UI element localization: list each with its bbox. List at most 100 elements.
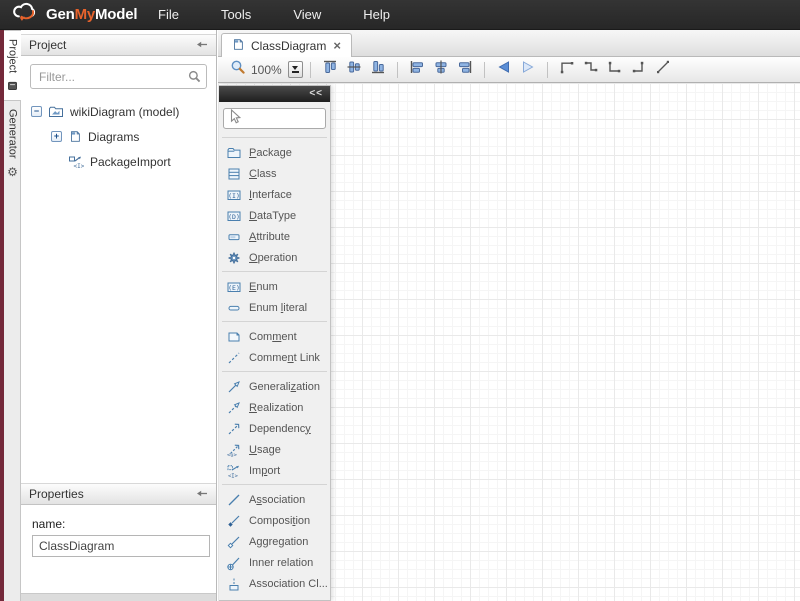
- zoom-level-value: 100%: [251, 63, 282, 77]
- palette-item-class[interactable]: Class: [219, 163, 330, 184]
- route-elbow-step-icon: [583, 59, 599, 80]
- name-field[interactable]: [32, 535, 210, 557]
- project-tree: − wikiDiagram (model) + Diagrams <I> Pac…: [21, 95, 216, 174]
- palette-divider: [222, 321, 327, 322]
- toolbar-separator: [310, 62, 311, 78]
- palette-item-label: Import: [249, 465, 280, 477]
- generalization-icon: [226, 379, 241, 395]
- tree-item[interactable]: + Diagrams: [21, 124, 216, 149]
- tab-close-icon[interactable]: ×: [332, 38, 342, 53]
- tree-item[interactable]: − wikiDiagram (model): [21, 99, 216, 124]
- palette-item-association[interactable]: Association: [219, 489, 330, 510]
- package-import-icon: <I>: [68, 154, 84, 170]
- palette-item-label: Aggregation: [249, 536, 308, 548]
- align-right-icon: [457, 59, 473, 80]
- palette-divider: [222, 271, 327, 272]
- palette-item-comment-link[interactable]: Comment Link: [219, 347, 330, 368]
- palette-divider: [222, 484, 327, 485]
- properties-fields: name:: [21, 505, 216, 557]
- cursor-icon: [227, 108, 243, 130]
- diagram-canvas[interactable]: << Package Class (I) Interface (D) DataT…: [218, 83, 800, 601]
- palette-item-interface[interactable]: (I) Interface: [219, 184, 330, 205]
- palette-item-dependency[interactable]: Dependency: [219, 418, 330, 439]
- diagram-page-icon: [68, 129, 82, 144]
- enum-literal-icon: [226, 300, 241, 316]
- palette-item-comment[interactable]: Comment: [219, 326, 330, 347]
- toolbar-separator: [547, 62, 548, 78]
- palette-item-generalization[interactable]: Generalization: [219, 376, 330, 397]
- palette-item-label: Enum: [249, 281, 278, 293]
- palette-item-label: Inner relation: [249, 557, 313, 569]
- tree-item[interactable]: <I> PackageImport: [21, 149, 216, 174]
- cloud-logo-icon: [10, 1, 40, 28]
- align-bottom-icon: [370, 59, 386, 80]
- tree-item-label: wikiDiagram (model): [70, 105, 179, 119]
- pin-arrow-icon[interactable]: [196, 38, 208, 52]
- route-straight-button[interactable]: [652, 60, 674, 80]
- align-left-button[interactable]: [406, 60, 428, 80]
- side-tab-project[interactable]: Project: [4, 30, 21, 101]
- package-icon: [226, 145, 241, 161]
- align-middle-button[interactable]: [343, 60, 365, 80]
- palette-item-label: Realization: [249, 402, 303, 414]
- palette-item-operation[interactable]: Operation: [219, 247, 330, 268]
- align-right-button[interactable]: [454, 60, 476, 80]
- tree-item-label: Diagrams: [88, 130, 139, 144]
- palette-item-enum-literal[interactable]: Enum literal: [219, 297, 330, 318]
- palette-item-aggregation[interactable]: Aggregation: [219, 531, 330, 552]
- palette-item-usage[interactable]: <u> Usage: [219, 439, 330, 460]
- route-corner-bl-button[interactable]: [604, 60, 626, 80]
- menu-file[interactable]: File: [152, 3, 185, 26]
- tree-expander-minus[interactable]: −: [31, 106, 42, 117]
- tab-classdiagram[interactable]: ClassDiagram ×: [221, 33, 352, 57]
- operation-icon: [226, 250, 241, 266]
- palette-item-association-cl[interactable]: Association Cl...: [219, 573, 330, 594]
- tab-label: ClassDiagram: [251, 39, 326, 53]
- flip-right-button[interactable]: [517, 60, 539, 80]
- palette-item-inner-relation[interactable]: Inner relation: [219, 552, 330, 573]
- menu-tools[interactable]: Tools: [215, 3, 257, 26]
- flip-right-icon: [520, 59, 536, 80]
- side-tab-generator[interactable]: Generator⚙: [4, 101, 21, 187]
- route-corner-br-button[interactable]: [628, 60, 650, 80]
- palette-item-realization[interactable]: Realization: [219, 397, 330, 418]
- palette-item-label: DataType: [249, 210, 296, 222]
- palette-item-label: Comment Link: [249, 352, 320, 364]
- enum-icon: (E): [226, 279, 241, 295]
- palette-item-import[interactable]: <I> Import: [219, 460, 330, 481]
- align-left-icon: [409, 59, 425, 80]
- align-middle-icon: [346, 59, 362, 80]
- datatype-icon: (D): [226, 208, 241, 224]
- palette-item-datatype[interactable]: (D) DataType: [219, 205, 330, 226]
- palette-item-label: Attribute: [249, 231, 290, 243]
- align-top-button[interactable]: [319, 60, 341, 80]
- palette-item-enum[interactable]: (E) Enum: [219, 276, 330, 297]
- flip-left-button[interactable]: [493, 60, 515, 80]
- document-tabstrip: ClassDiagram ×: [218, 30, 800, 57]
- side-tab-rail: Project Generator⚙: [4, 30, 21, 601]
- route-elbow-step-button[interactable]: [580, 60, 602, 80]
- filter-input[interactable]: [30, 64, 207, 89]
- menu-help[interactable]: Help: [357, 3, 396, 26]
- project-panel: Project − wikiDiagram (model) + Diagrams…: [21, 30, 217, 601]
- svg-text:(E): (E): [228, 283, 240, 291]
- menu-view[interactable]: View: [287, 3, 327, 26]
- align-center-button[interactable]: [430, 60, 452, 80]
- pin-arrow-icon[interactable]: [196, 487, 208, 501]
- palette-collapse-button[interactable]: <<: [309, 88, 323, 99]
- app-logo: GenMyModel: [0, 1, 138, 28]
- svg-text:<I>: <I>: [228, 473, 239, 479]
- palette-item-attribute[interactable]: Attribute: [219, 226, 330, 247]
- route-elbow-up-button[interactable]: [556, 60, 578, 80]
- palette-item-package[interactable]: Package: [219, 142, 330, 163]
- align-bottom-button[interactable]: [367, 60, 389, 80]
- panel-bottom-strip: [21, 593, 216, 601]
- palette-header: <<: [219, 86, 330, 102]
- palette-item-label: Generalization: [249, 381, 320, 393]
- tree-expander-plus[interactable]: +: [51, 131, 62, 142]
- svg-text:(D): (D): [228, 212, 240, 220]
- svg-text:<u>: <u>: [227, 452, 238, 458]
- pointer-tool-selected[interactable]: [223, 108, 326, 129]
- palette-item-composition[interactable]: Composition: [219, 510, 330, 531]
- zoom-dropdown-button[interactable]: [288, 61, 303, 78]
